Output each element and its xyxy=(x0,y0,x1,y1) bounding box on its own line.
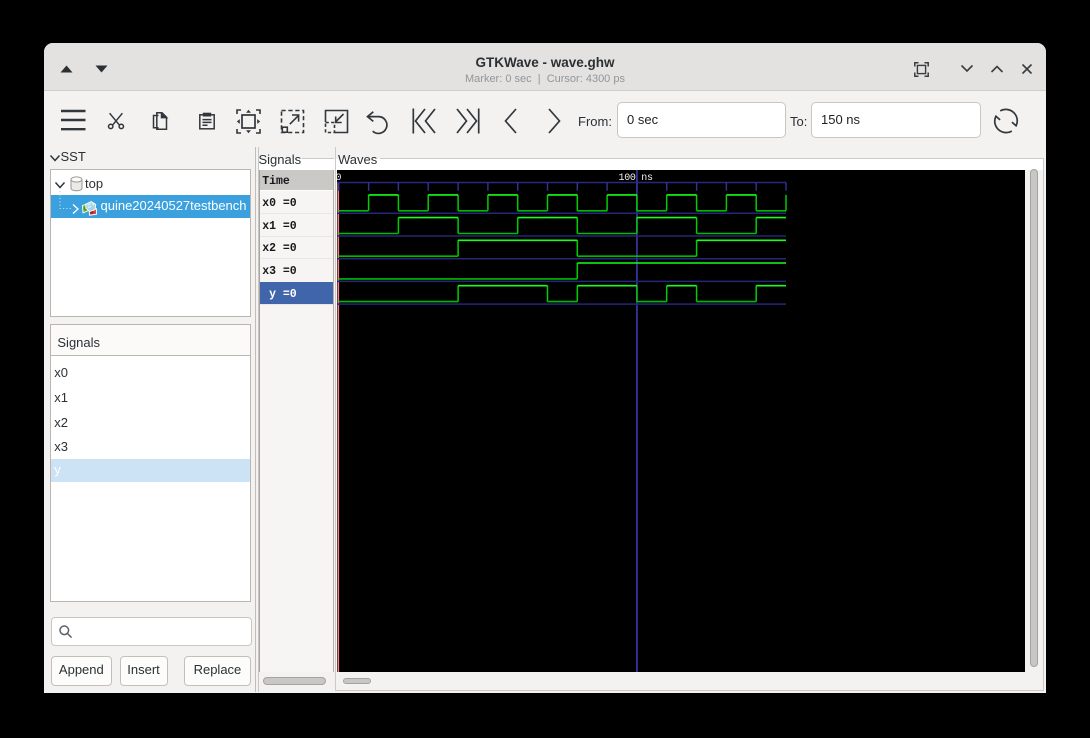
svg-text:100 ns: 100 ns xyxy=(619,173,654,184)
svg-text:0: 0 xyxy=(337,173,342,184)
